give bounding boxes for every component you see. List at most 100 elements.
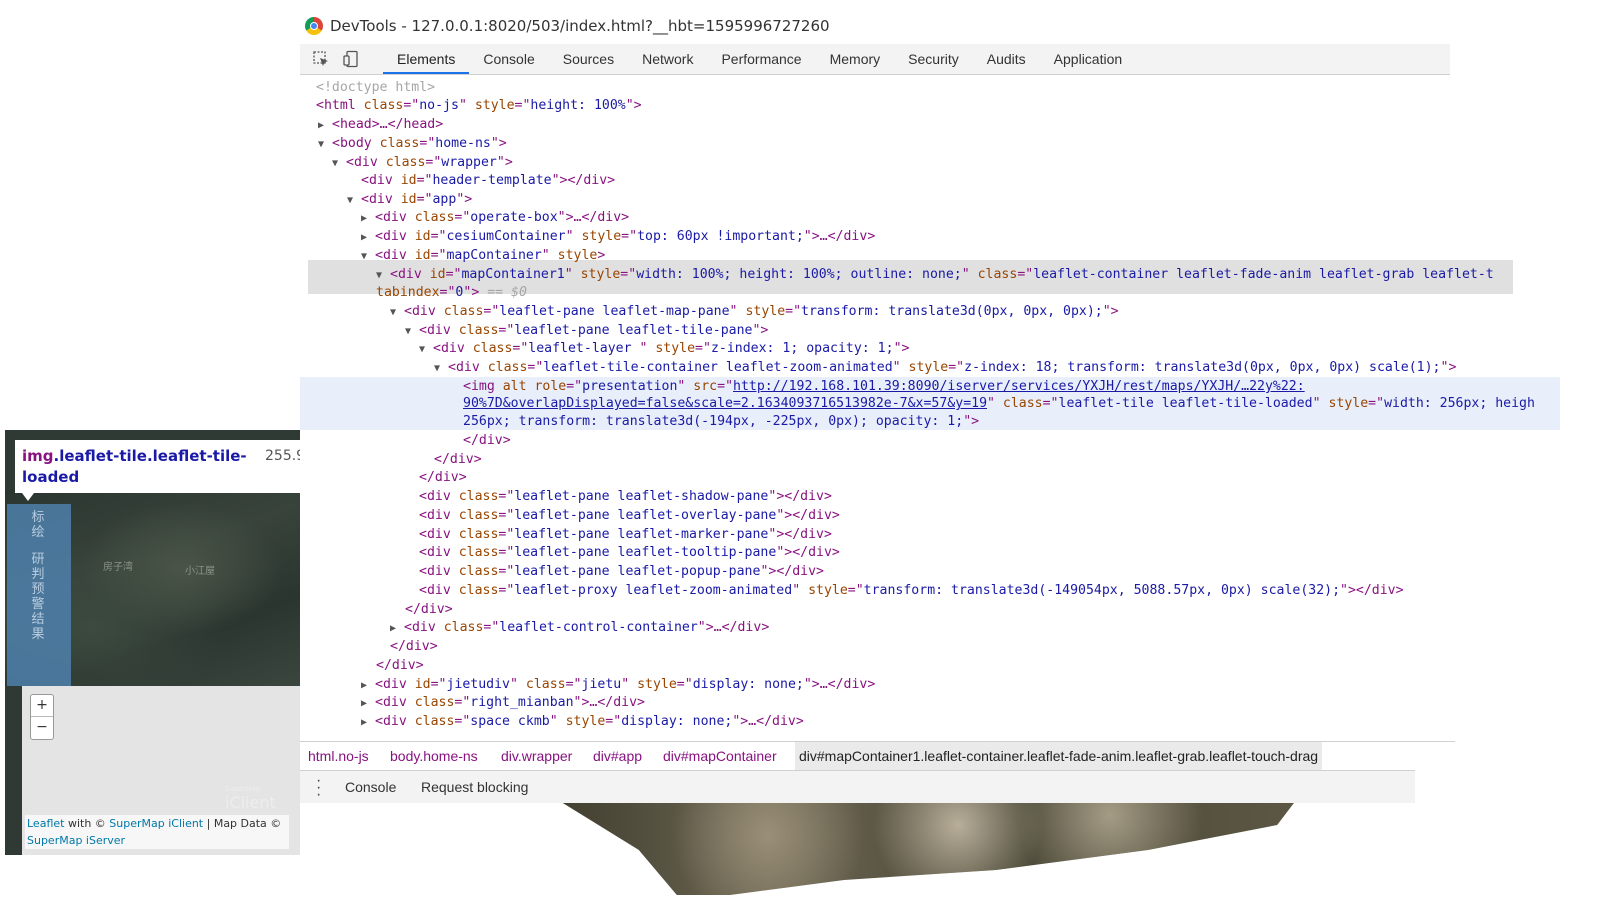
dom-line-header-template[interactable]: <div id="header-template"></div> [361, 172, 615, 190]
selected-marker: == $0 [487, 285, 527, 300]
tooltip-dimensions: 255.99 [265, 448, 300, 464]
dom-line-operate-box[interactable]: ▶ <div class="operate-box">…</div> [361, 209, 629, 227]
inspect-element-icon[interactable] [312, 50, 330, 68]
dom-line-close[interactable]: </div> [419, 469, 467, 487]
tooltip-arrow [22, 493, 34, 501]
tooltip-class: .leaflet-tile.leaflet-tile-loaded [22, 447, 247, 486]
more-tools-icon[interactable]: · · · [316, 773, 321, 803]
dom-line-img-cont2[interactable]: 256px; transform: translate3d(-194px, -2… [463, 413, 979, 431]
tilepane-class-value: leaflet-pane leaflet-tile-pane [514, 323, 753, 338]
breadcrumb-mapcontainer1[interactable]: div#mapContainer1.leaflet-container.leaf… [795, 742, 1323, 770]
element-inspect-tooltip: img.leaflet-tile.leaflet-tile-loaded 255… [15, 440, 300, 493]
dom-line-mapcontainer[interactable]: ▼ <div id="mapContainer" style> [361, 247, 605, 265]
img-class-value: leaflet-tile leaflet-tile-loaded [1058, 396, 1313, 411]
dom-line-img-cont[interactable]: 90%7D&overlapDisplayed=false&scale=2.163… [463, 395, 1535, 413]
breadcrumb: html.no-js body.home-ns div.wrapper div#… [300, 741, 1455, 770]
dom-line-tooltip-pane[interactable]: <div class="leaflet-pane leaflet-tooltip… [419, 544, 840, 562]
iclient-brand: SuperMap [225, 785, 261, 793]
dom-line-img[interactable]: <img alt role="presentation" src="http:/… [463, 378, 1305, 396]
tilecontainer-class-value: leaflet-tile-container leaflet-zoom-anim… [543, 360, 893, 375]
img-role-value: presentation [582, 379, 678, 394]
dom-line-body[interactable]: ▼ <body class="home-ns"> [318, 135, 507, 153]
tab-performance[interactable]: Performance [707, 44, 815, 74]
tooltip-selector: img.leaflet-tile.leaflet-tile-loaded [22, 446, 250, 488]
popup-class-value: leaflet-pane leaflet-popup-pane [514, 564, 761, 579]
mapcontainer-id-value: mapContainer [446, 248, 542, 263]
title-bar: DevTools - 127.0.0.1:8020/503/index.html… [300, 8, 1560, 44]
dom-line-map-pane[interactable]: ▼ <div class="leaflet-pane leaflet-map-pa… [390, 303, 1119, 321]
dom-line-proxy[interactable]: <div class="leaflet-proxy leaflet-zoom-a… [419, 582, 1404, 600]
place-label: 房子湾 [103, 562, 133, 573]
html-style-value: height: 100% [530, 98, 626, 113]
dom-line-leaflet-layer[interactable]: ▼ <div class="leaflet-layer " style="z-in… [419, 340, 909, 358]
tab-audits[interactable]: Audits [973, 44, 1040, 74]
side-text-warning-result[interactable]: 研判预警结果 [29, 552, 47, 642]
img-style-value: width: 256px; heigh [1384, 396, 1535, 411]
dom-line-wrapper[interactable]: ▼ <div class="wrapper"> [332, 154, 513, 172]
layer-style-value: z-index: 1; opacity: 1; [710, 341, 894, 356]
device-toolbar-icon[interactable] [342, 50, 360, 68]
side-panel: 标绘 研判预警结果 [7, 504, 71, 686]
breadcrumb-html[interactable]: html.no-js [304, 742, 373, 770]
side-text-plot[interactable]: 标绘 [29, 510, 47, 540]
tooltip-tag: img [22, 447, 54, 465]
tilecontainer-style-value: z-index: 18; transform: translate3d(0px,… [964, 360, 1441, 375]
dom-line-head[interactable]: ▶ <head>…</head> [318, 116, 443, 134]
tab-sources[interactable]: Sources [549, 44, 628, 74]
dom-line-close[interactable]: </div> [405, 601, 453, 619]
breadcrumb-app[interactable]: div#app [589, 742, 646, 770]
map-attribution: Leaflet with © SuperMap iClient | Map Da… [25, 815, 289, 849]
control-class-value: leaflet-control-container [499, 620, 698, 635]
dom-line-shadow-pane[interactable]: <div class="leaflet-pane leaflet-shadow-… [419, 488, 832, 506]
right-class-value: right_mianban [470, 695, 574, 710]
tab-console[interactable]: Console [469, 44, 548, 74]
app-id-value: app [432, 192, 457, 207]
img-src-link[interactable]: http://192.168.101.39:8090/iserver/servi… [733, 379, 1305, 394]
breadcrumb-mapcontainer[interactable]: div#mapContainer [659, 742, 781, 770]
dom-line-mapcontainer1-cont[interactable]: tabindex="0"> == $0 [376, 284, 527, 302]
head-node: <head>…</head> [332, 117, 444, 132]
dom-line-close[interactable]: </div> [390, 638, 438, 656]
proxy-class-value: leaflet-proxy leaflet-zoom-animated [514, 583, 793, 598]
dom-line-close[interactable]: </div> [376, 657, 424, 675]
jietu-id-value: jietudiv [446, 677, 511, 692]
zoom-out-button[interactable]: − [31, 716, 53, 738]
leaflet-link[interactable]: Leaflet [27, 817, 64, 830]
dom-line-space-ckmb[interactable]: ▶ <div class="space ckmb" style="display:… [361, 713, 804, 731]
dom-line-overlay-pane[interactable]: <div class="leaflet-pane leaflet-overlay… [419, 507, 840, 525]
mappane-class-value: leaflet-pane leaflet-map-pane [499, 304, 730, 319]
tab-elements[interactable]: Elements [383, 44, 470, 74]
breadcrumb-wrapper[interactable]: div.wrapper [497, 742, 576, 770]
dom-line-jietu[interactable]: ▶ <div id="jietudiv" class="jietu" style=… [361, 676, 875, 694]
dom-line-marker-pane[interactable]: <div class="leaflet-pane leaflet-marker-… [419, 526, 832, 544]
dom-line-control-container[interactable]: ▶ <div class="leaflet-control-container">… [390, 619, 769, 637]
html-class-value: no-js [419, 98, 459, 113]
dom-line-cesium[interactable]: ▶ <div id="cesiumContainer" style="top: 6… [361, 228, 875, 246]
dom-line-close[interactable]: </div> [463, 432, 511, 450]
dom-line-tile-pane[interactable]: ▼ <div class="leaflet-pane leaflet-tile-p… [405, 322, 768, 340]
dom-line-html[interactable]: <html class="no-js" style="height: 100%"… [316, 97, 642, 115]
tab-memory[interactable]: Memory [816, 44, 895, 74]
dom-line-close[interactable]: </div> [434, 451, 482, 469]
drawer-tab-console[interactable]: Console [345, 771, 396, 803]
dom-line-app[interactable]: ▼ <div id="app"> [347, 191, 472, 209]
dom-line-mapcontainer1[interactable]: ▼ <div id="mapContainer1" style="width: 1… [376, 266, 1494, 284]
tab-application[interactable]: Application [1040, 44, 1137, 74]
img-src-link-cont[interactable]: 90%7D&overlapDisplayed=false&scale=2.163… [463, 396, 987, 411]
tab-network[interactable]: Network [628, 44, 707, 74]
wrapper-class-value: wrapper [441, 155, 497, 170]
supermap-iserver-link[interactable]: SuperMap iServer [27, 834, 125, 847]
dom-line-popup-pane[interactable]: <div class="leaflet-pane leaflet-popup-p… [419, 563, 824, 581]
dom-line-doctype[interactable]: <!doctype html> [316, 79, 435, 97]
dom-line-right-mianban[interactable]: ▶ <div class="right_mianban">…</div> [361, 694, 645, 712]
dom-line-tile-container[interactable]: ▼ <div class="leaflet-tile-container leaf… [434, 359, 1456, 377]
drawer-tab-request-blocking[interactable]: Request blocking [421, 771, 528, 803]
cesium-id-value: cesiumContainer [446, 229, 566, 244]
iclient-logo: SuperMap iClient [225, 785, 276, 812]
body-tag: body [339, 136, 372, 151]
breadcrumb-body[interactable]: body.home-ns [386, 742, 482, 770]
supermap-iclient-link[interactable]: SuperMap iClient [109, 817, 203, 830]
tab-security[interactable]: Security [894, 44, 973, 74]
zoom-in-button[interactable]: + [31, 695, 53, 716]
shadow-class-value: leaflet-pane leaflet-shadow-pane [514, 489, 769, 504]
